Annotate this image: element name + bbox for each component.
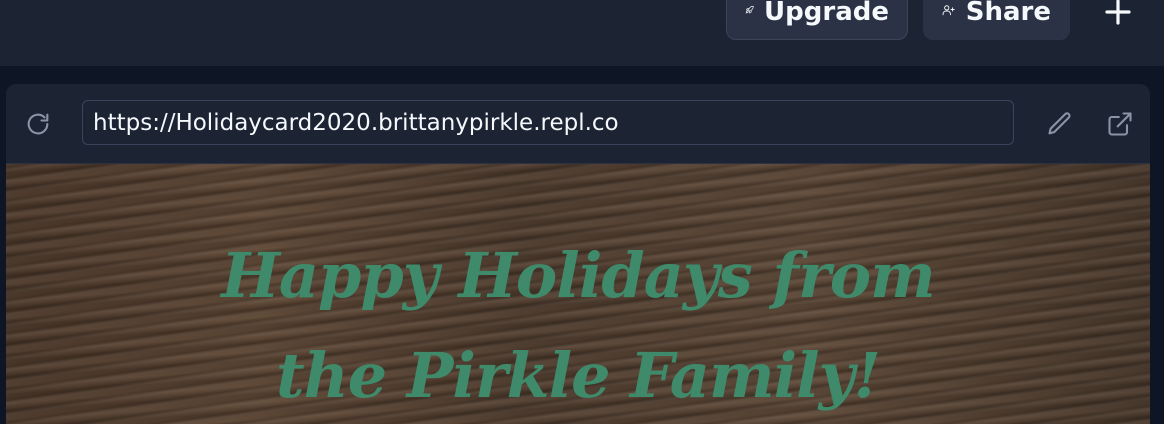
open-external-button[interactable] — [1102, 106, 1138, 142]
url-input[interactable] — [82, 100, 1014, 145]
user-plus-icon — [942, 5, 955, 16]
workspace-header: Upgrade Share — [0, 0, 1164, 68]
upgrade-label: Upgrade — [764, 0, 889, 27]
refresh-button[interactable] — [20, 106, 56, 142]
plus-icon — [1105, 0, 1131, 25]
new-tab-button[interactable] — [1098, 0, 1138, 32]
webview-toolbar — [6, 84, 1150, 164]
share-button[interactable]: Share — [923, 0, 1070, 40]
edit-url-button[interactable] — [1042, 106, 1078, 142]
headline-line-2: the Pirkle Family! — [276, 339, 881, 412]
pencil-icon — [1048, 112, 1071, 135]
page-preview: Happy Holidays from the Pirkle Family! — [6, 164, 1150, 424]
headline-line-1: Happy Holidays from — [221, 239, 935, 312]
refresh-icon — [27, 113, 49, 135]
webview-pane: Happy Holidays from the Pirkle Family! — [6, 84, 1150, 424]
share-label: Share — [965, 0, 1051, 27]
rocket-icon — [745, 5, 754, 14]
upgrade-button[interactable]: Upgrade — [726, 0, 908, 40]
page-headline: Happy Holidays from the Pirkle Family! — [6, 226, 1150, 424]
external-link-icon — [1108, 112, 1132, 136]
